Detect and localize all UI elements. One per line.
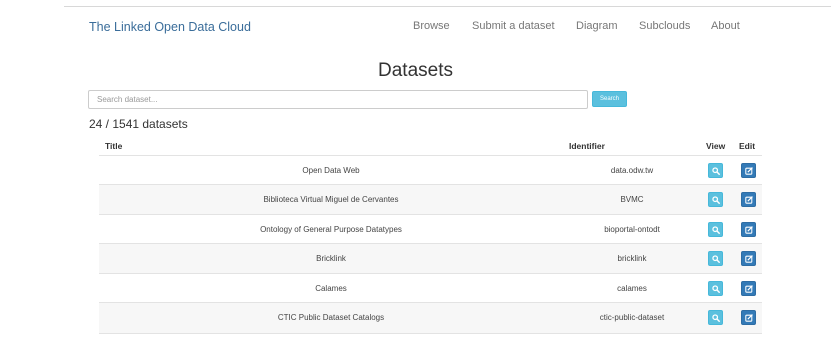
row-title: Biblioteca Virtual Miguel de Cervantes	[263, 195, 399, 204]
edit-button[interactable]	[741, 222, 756, 237]
column-header-view: View	[706, 141, 726, 151]
brand-link[interactable]: The Linked Open Data Cloud	[89, 20, 251, 34]
table-row: Ontology of General Purpose Datatypes bi…	[99, 214, 762, 244]
search-icon	[711, 225, 720, 234]
nav-diagram[interactable]: Diagram	[576, 20, 618, 32]
search-icon	[711, 195, 720, 204]
search-button[interactable]: Search	[592, 91, 627, 107]
view-button[interactable]	[708, 281, 723, 296]
dataset-count: 24 / 1541 datasets	[89, 117, 188, 131]
row-identifier: bioportal-ontodt	[604, 225, 660, 234]
edit-icon	[744, 313, 753, 322]
view-button[interactable]	[708, 251, 723, 266]
table-row: Calames calames	[99, 273, 762, 303]
row-title: Calames	[315, 284, 347, 293]
row-identifier: data.odw.tw	[610, 166, 654, 175]
table-row: Bricklink bricklink	[99, 243, 762, 273]
edit-button[interactable]	[741, 310, 756, 325]
table-row: CTIC Public Dataset Catalogs ctic-public…	[99, 302, 762, 334]
edit-icon	[744, 195, 753, 204]
row-title: CTIC Public Dataset Catalogs	[277, 313, 385, 322]
row-title: Bricklink	[316, 254, 346, 263]
search-icon	[711, 284, 720, 293]
search-icon	[711, 313, 720, 322]
edit-icon	[744, 225, 753, 234]
row-title: Open Data Web	[302, 166, 360, 175]
edit-button[interactable]	[741, 281, 756, 296]
row-identifier: ctic-public-dataset	[599, 313, 665, 322]
edit-button[interactable]	[741, 251, 756, 266]
edit-button[interactable]	[741, 163, 756, 178]
nav-about[interactable]: About	[711, 20, 740, 32]
table-row: Open Data Web data.odw.tw	[99, 155, 762, 185]
edit-button[interactable]	[741, 192, 756, 207]
view-button[interactable]	[708, 222, 723, 237]
page-title: Datasets	[378, 60, 453, 81]
edit-icon	[744, 166, 753, 175]
table-row: Biblioteca Virtual Miguel de Cervantes B…	[99, 184, 762, 214]
navbar-divider	[64, 6, 831, 7]
view-button[interactable]	[708, 163, 723, 178]
row-identifier: calames	[617, 284, 647, 293]
row-identifier: BVMC	[620, 195, 644, 204]
column-header-edit: Edit	[739, 141, 756, 151]
search-input[interactable]	[88, 90, 588, 109]
view-button[interactable]	[708, 310, 723, 325]
search-icon	[711, 166, 720, 175]
column-header-title: Title	[105, 141, 123, 151]
column-header-identifier: Identifier	[569, 141, 605, 151]
edit-icon	[744, 254, 753, 263]
nav-browse[interactable]: Browse	[413, 20, 450, 32]
search-icon	[711, 254, 720, 263]
edit-icon	[744, 284, 753, 293]
nav-submit-dataset[interactable]: Submit a dataset	[472, 20, 555, 32]
row-identifier: bricklink	[617, 254, 647, 263]
view-button[interactable]	[708, 192, 723, 207]
row-title: Ontology of General Purpose Datatypes	[260, 225, 402, 234]
nav-subclouds[interactable]: Subclouds	[639, 20, 690, 32]
